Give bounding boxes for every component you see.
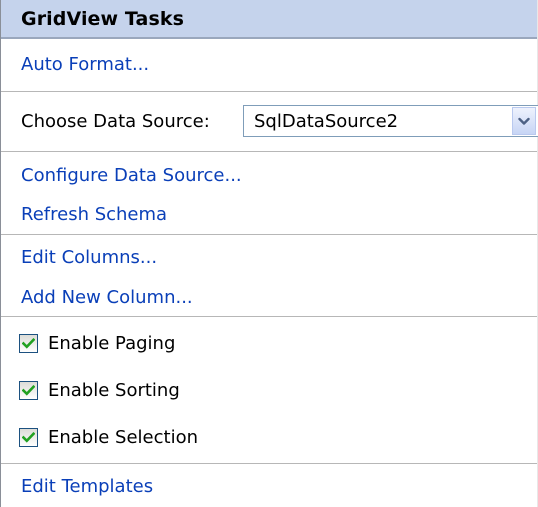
panel-title: GridView Tasks xyxy=(21,7,185,30)
add-new-column-link[interactable]: Add New Column... xyxy=(21,287,193,308)
edit-templates-link[interactable]: Edit Templates xyxy=(21,476,153,497)
auto-format-row: Auto Format... xyxy=(1,40,537,88)
dropdown-button[interactable] xyxy=(512,107,536,135)
divider xyxy=(1,151,537,152)
enable-selection-checkbox[interactable] xyxy=(19,427,38,447)
enable-selection-option[interactable]: Enable Selection xyxy=(1,414,537,460)
enable-selection-label: Enable Selection xyxy=(48,426,198,448)
check-icon xyxy=(22,431,35,443)
configure-data-source-row: Configure Data Source... xyxy=(1,154,537,196)
gridview-tasks-panel: GridView Tasks Auto Format... Choose Dat… xyxy=(0,0,538,507)
edit-templates-row: Edit Templates xyxy=(1,465,537,507)
divider xyxy=(1,463,537,464)
chevron-down-icon xyxy=(518,117,530,125)
data-source-value: SqlDataSource2 xyxy=(254,110,399,132)
configure-data-source-link[interactable]: Configure Data Source... xyxy=(21,165,242,186)
check-icon xyxy=(22,384,35,396)
enable-sorting-checkbox[interactable] xyxy=(19,380,38,400)
refresh-schema-row: Refresh Schema xyxy=(1,193,537,235)
refresh-schema-link[interactable]: Refresh Schema xyxy=(21,204,167,225)
divider xyxy=(1,234,537,235)
add-new-column-row: Add New Column... xyxy=(1,276,537,318)
choose-data-source-label: Choose Data Source: xyxy=(21,110,210,132)
divider xyxy=(1,316,537,317)
auto-format-link[interactable]: Auto Format... xyxy=(21,54,149,75)
data-source-select[interactable]: SqlDataSource2 xyxy=(243,105,538,137)
check-icon xyxy=(22,337,35,349)
enable-paging-label: Enable Paging xyxy=(48,332,176,354)
divider xyxy=(1,91,537,92)
edit-columns-link[interactable]: Edit Columns... xyxy=(21,247,157,268)
enable-sorting-option[interactable]: Enable Sorting xyxy=(1,367,537,413)
enable-paging-checkbox[interactable] xyxy=(19,333,38,353)
enable-sorting-label: Enable Sorting xyxy=(48,379,180,401)
panel-header: GridView Tasks xyxy=(1,0,537,39)
enable-paging-option[interactable]: Enable Paging xyxy=(1,320,537,366)
edit-columns-row: Edit Columns... xyxy=(1,236,537,278)
